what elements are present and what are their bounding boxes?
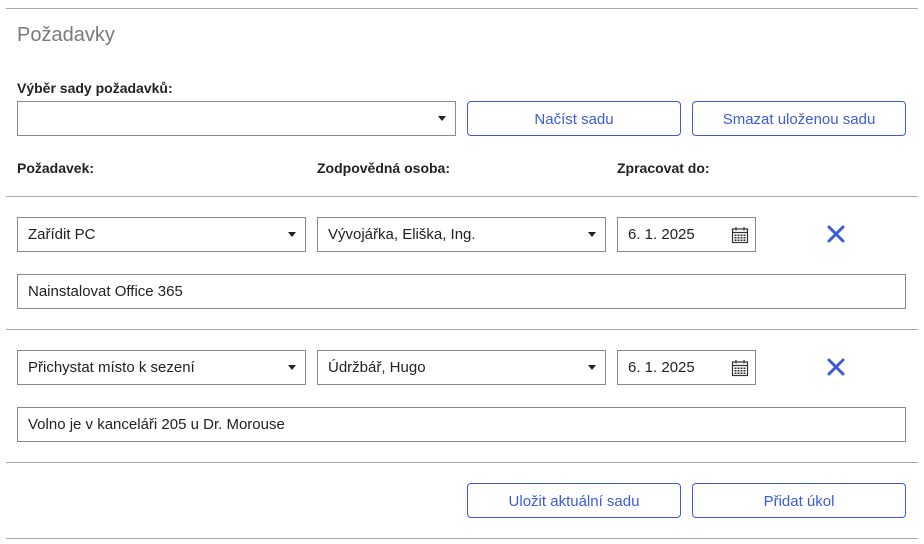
request-select[interactable]: Přichystat místo k sezení — [17, 350, 306, 385]
note-input[interactable]: Volno je v kanceláři 205 u Dr. Morouse — [17, 407, 906, 442]
add-task-button[interactable]: Přidat úkol — [692, 483, 906, 518]
column-header-request: Požadavek: — [17, 160, 95, 176]
responsible-select[interactable]: Údržbář, Hugo — [317, 350, 606, 385]
chevron-down-icon — [588, 232, 596, 237]
calendar-icon[interactable] — [731, 359, 749, 377]
due-date-value: 6. 1. 2025 — [628, 226, 695, 243]
delete-saved-set-button[interactable]: Smazat uloženou sadu — [692, 101, 906, 136]
header-divider — [6, 196, 918, 197]
set-selector-label: Výběr sady požadavků: — [17, 80, 173, 96]
due-date-input[interactable]: 6. 1. 2025 — [617, 350, 756, 385]
remove-row-close-icon[interactable] — [825, 223, 847, 245]
bottom-divider — [6, 538, 918, 539]
top-divider — [6, 8, 918, 9]
footer-divider — [6, 462, 918, 463]
save-current-set-button[interactable]: Uložit aktuální sadu — [467, 483, 681, 518]
chevron-down-icon — [288, 232, 296, 237]
request-value: Zařídit PC — [28, 226, 96, 243]
column-header-responsible: Zodpovědná osoba: — [317, 160, 450, 176]
note-input[interactable]: Nainstalovat Office 365 — [17, 274, 906, 309]
responsible-select[interactable]: Vývojářka, Eliška, Ing. — [317, 217, 606, 252]
remove-row-close-icon[interactable] — [825, 356, 847, 378]
calendar-icon[interactable] — [731, 226, 749, 244]
due-date-value: 6. 1. 2025 — [628, 359, 695, 376]
chevron-down-icon — [438, 116, 446, 121]
due-date-input[interactable]: 6. 1. 2025 — [617, 217, 756, 252]
section-title: Požadavky — [17, 24, 115, 46]
chevron-down-icon — [588, 365, 596, 370]
chevron-down-icon — [288, 365, 296, 370]
row-divider — [6, 329, 918, 330]
load-set-button[interactable]: Načíst sadu — [467, 101, 681, 136]
request-select[interactable]: Zařídit PC — [17, 217, 306, 252]
responsible-value: Vývojářka, Eliška, Ing. — [328, 226, 476, 243]
responsible-value: Údržbář, Hugo — [328, 359, 426, 376]
set-selector-dropdown[interactable] — [17, 101, 456, 136]
request-value: Přichystat místo k sezení — [28, 359, 195, 376]
column-header-due: Zpracovat do: — [617, 160, 710, 176]
